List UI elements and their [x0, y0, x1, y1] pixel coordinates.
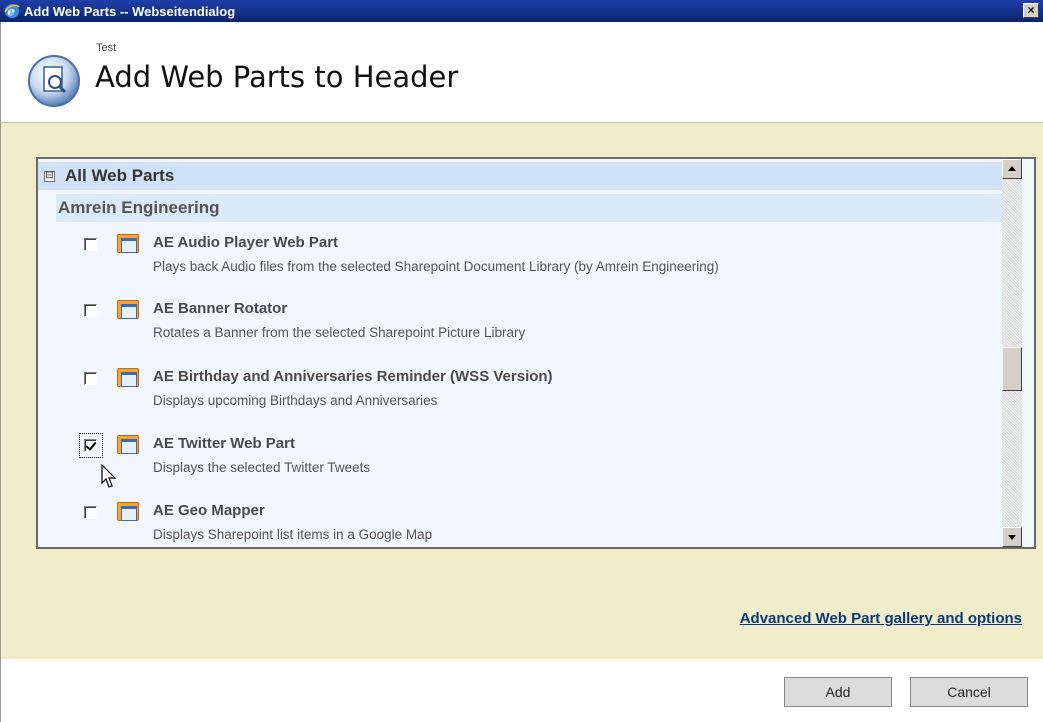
- group-header-label: All Web Parts: [65, 166, 175, 185]
- item-checkbox[interactable]: [84, 304, 97, 317]
- web-parts-list: ⊟ All Web Parts Amrein Engineering AE Au…: [36, 157, 1036, 549]
- cancel-button[interactable]: Cancel: [910, 677, 1028, 707]
- item-description: Displays Sharepoint list items in a Goog…: [153, 527, 433, 542]
- collapse-icon[interactable]: ⊟: [44, 170, 55, 182]
- item-description: Plays back Audio files from the selected…: [153, 259, 719, 274]
- dialog-header: Test Add Web Parts to Header: [0, 22, 1043, 122]
- scroll-thumb[interactable]: [1002, 347, 1022, 391]
- list-item: AE Geo Mapper Displays Sharepoint list i…: [38, 498, 1002, 547]
- category-header: Amrein Engineering: [56, 194, 1002, 222]
- item-description: Displays upcoming Birthdays and Annivers…: [153, 393, 438, 408]
- web-part-icon: [117, 234, 139, 253]
- list-item: AE Twitter Web Part Displays the selecte…: [38, 431, 1002, 491]
- dialog-footer: Add Cancel: [0, 659, 1043, 722]
- web-part-icon: [117, 502, 139, 521]
- web-part-gallery-icon: [28, 55, 80, 107]
- item-checkbox[interactable]: [84, 439, 97, 452]
- main-panel: ⊟ All Web Parts Amrein Engineering AE Au…: [0, 122, 1043, 659]
- arrow-down-icon: [1008, 535, 1016, 540]
- title-bar: e Add Web Parts -- Webseitendialog ×: [0, 0, 1043, 22]
- item-description: Rotates a Banner from the selected Share…: [153, 325, 526, 340]
- list-item: AE Birthday and Anniversaries Reminder (…: [38, 364, 1002, 424]
- item-checkbox[interactable]: [84, 238, 97, 251]
- item-title: AE Birthday and Anniversaries Reminder (…: [153, 368, 553, 385]
- category-label: Amrein Engineering: [58, 198, 220, 217]
- web-part-icon: [117, 435, 139, 454]
- group-header-all-web-parts[interactable]: ⊟ All Web Parts: [38, 162, 1002, 190]
- scroll-up-button[interactable]: [1002, 159, 1022, 179]
- item-title: AE Twitter Web Part: [153, 435, 295, 452]
- list-item: AE Banner Rotator Rotates a Banner from …: [38, 296, 1002, 356]
- arrow-up-icon: [1008, 166, 1016, 171]
- mouse-cursor-icon: [101, 464, 117, 488]
- item-title: AE Geo Mapper: [153, 502, 265, 519]
- scroll-down-button[interactable]: [1002, 527, 1022, 547]
- item-title: AE Audio Player Web Part: [153, 234, 339, 251]
- item-checkbox[interactable]: [84, 506, 97, 519]
- item-checkbox[interactable]: [84, 372, 97, 385]
- close-button[interactable]: ×: [1023, 3, 1039, 18]
- web-part-icon: [117, 368, 139, 387]
- breadcrumb[interactable]: Test: [96, 42, 116, 54]
- vertical-scrollbar[interactable]: [1002, 159, 1022, 547]
- window-title: Add Web Parts -- Webseitendialog: [24, 3, 236, 19]
- ie-icon: e: [4, 4, 20, 19]
- page-title: Add Web Parts to Header: [95, 60, 459, 94]
- item-title: AE Banner Rotator: [153, 300, 288, 317]
- web-parts-list-content: ⊟ All Web Parts Amrein Engineering AE Au…: [38, 159, 1002, 547]
- add-button[interactable]: Add: [784, 677, 892, 707]
- item-description: Displays the selected Twitter Tweets: [153, 460, 371, 475]
- list-item: AE Audio Player Web Part Plays back Audi…: [38, 230, 1002, 290]
- web-part-icon: [117, 300, 139, 319]
- advanced-gallery-link[interactable]: Advanced Web Part gallery and options: [740, 610, 1022, 627]
